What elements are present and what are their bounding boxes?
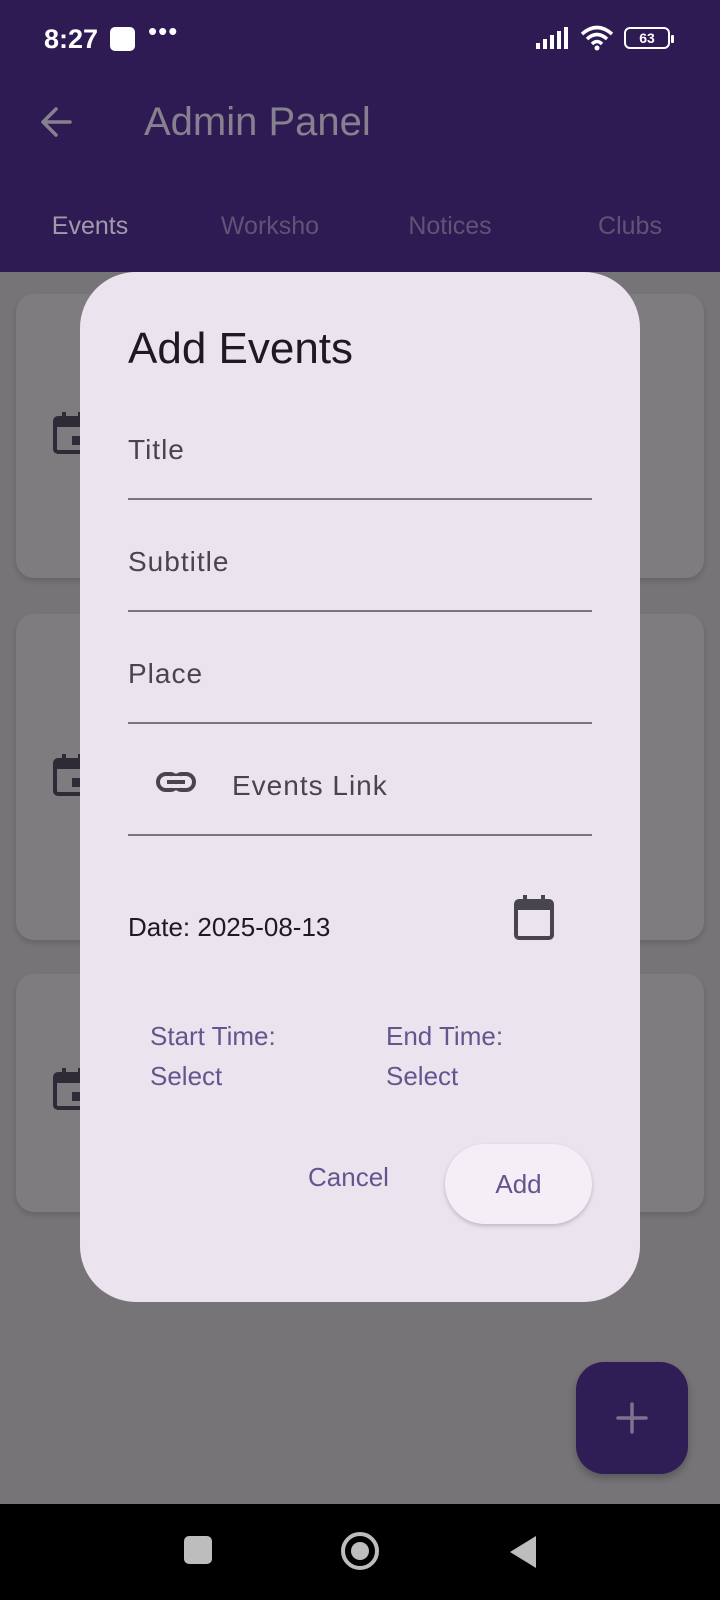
add-button[interactable]: Add: [445, 1144, 592, 1224]
title-input[interactable]: [128, 388, 592, 498]
end-time-value: Select: [386, 1061, 459, 1091]
add-fab-button[interactable]: [576, 1362, 688, 1474]
app-bar: 8:27 ••• 63 Admin Panel Events Worksho N…: [0, 0, 720, 272]
home-button[interactable]: [341, 1532, 379, 1570]
place-input[interactable]: [128, 612, 592, 722]
dialog-title: Add Events: [128, 324, 354, 373]
title-field: [128, 388, 592, 500]
events-link-field: [128, 724, 592, 836]
add-events-dialog: Add Events Date: 2025-08-13 Start Time: …: [80, 272, 640, 1302]
wifi-icon: [580, 25, 614, 51]
battery-icon: 63: [624, 27, 674, 49]
page-title: Admin Panel: [144, 100, 371, 144]
tab-clubs[interactable]: Clubs: [540, 200, 720, 252]
start-time-button[interactable]: Start Time: Select: [150, 1016, 350, 1096]
tab-workshops[interactable]: Worksho: [180, 200, 360, 252]
tab-bar: Events Worksho Notices Clubs: [0, 200, 720, 252]
notification-icon: [110, 27, 135, 51]
more-notifications-icon: •••: [148, 16, 179, 46]
status-indicators: 63: [536, 25, 674, 51]
signal-icon: [536, 27, 568, 49]
cancel-button[interactable]: Cancel: [308, 1162, 389, 1193]
arrow-left-icon[interactable]: [36, 102, 76, 142]
end-time-button[interactable]: End Time: Select: [386, 1016, 586, 1096]
calendar-icon: [514, 895, 554, 940]
recents-button[interactable]: [184, 1536, 212, 1564]
status-bar: 8:27 ••• 63: [0, 0, 720, 80]
link-icon: [156, 772, 196, 792]
start-time-value: Select: [150, 1061, 223, 1091]
date-label: Date: 2025-08-13: [128, 912, 331, 942]
status-time: 8:27: [44, 24, 99, 54]
back-button[interactable]: [510, 1536, 536, 1568]
start-time-label: Start Time:: [150, 1021, 276, 1051]
system-nav-bar: [0, 1504, 720, 1600]
tab-notices[interactable]: Notices: [360, 200, 540, 252]
subtitle-field: [128, 500, 592, 612]
tab-events[interactable]: Events: [0, 200, 180, 252]
end-time-label: End Time:: [386, 1021, 504, 1051]
plus-icon: [616, 1402, 648, 1434]
place-field: [128, 612, 592, 724]
subtitle-input[interactable]: [128, 500, 592, 610]
pick-date-button[interactable]: [508, 892, 560, 944]
